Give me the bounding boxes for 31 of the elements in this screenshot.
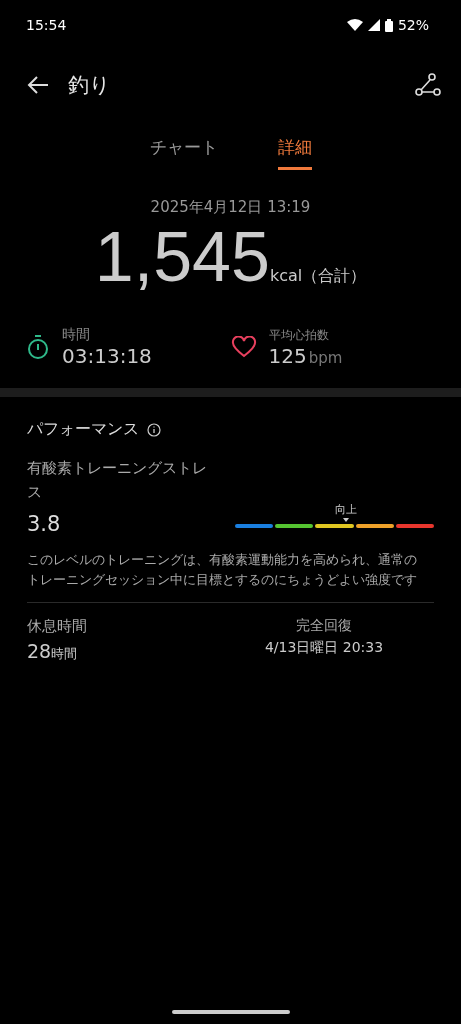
tab[interactable]: 詳細 (277, 136, 312, 170)
calories-value: 1,545 (94, 219, 270, 296)
rest-label: 休息時間 (27, 617, 87, 636)
calories-unit: kcal（合計） (269, 266, 367, 287)
stat-value: 125 (268, 343, 307, 368)
stat-value: 03:13:18 (62, 344, 152, 368)
metric-label: 有酸素トレーニングストレス (27, 459, 208, 502)
stopwatch-icon (26, 334, 50, 360)
battery-percent: 52% (397, 17, 429, 33)
stat-label: 平均心拍数 (268, 326, 330, 344)
heart-icon (230, 336, 257, 358)
wifi-icon (346, 19, 363, 31)
rest-unit: 時間 (51, 646, 78, 663)
recovery-label: 完全回復 (296, 617, 352, 635)
workout-date: 2025年4月12日 13:19 (150, 198, 311, 217)
stat-label: 時間 (62, 326, 91, 344)
metric-value: 3.8 (27, 512, 62, 536)
section-title: パフォーマンス (27, 419, 139, 440)
tab[interactable]: チャート (149, 136, 218, 170)
rest-value: 28 (27, 640, 52, 662)
battery-icon (384, 18, 393, 32)
status-time: 15:54 (26, 17, 67, 33)
marker-label: 向上 (335, 502, 358, 517)
recovery-time: 4/13日曜日 20:33 (264, 639, 384, 657)
stat-unit: bpm (308, 348, 343, 367)
route-icon[interactable] (415, 73, 441, 97)
metric-description: このレベルのトレーニングは、有酸素運動能力を高められ、通常のトレーニングセッション中に目標とするのにちょうどよい強度です (27, 551, 418, 589)
back-button[interactable] (26, 75, 50, 95)
signal-icon (367, 19, 380, 31)
info-icon[interactable] (147, 422, 161, 437)
page-title: 釣り (68, 72, 112, 99)
